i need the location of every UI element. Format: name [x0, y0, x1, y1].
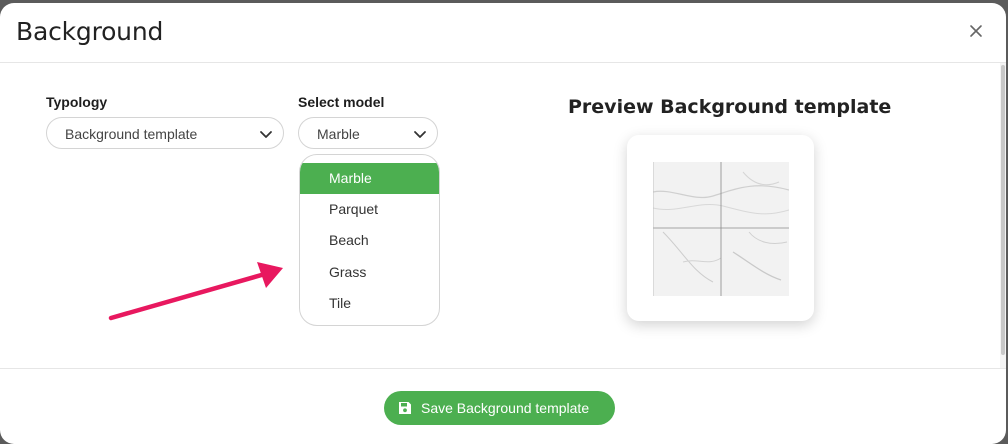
annotation-arrow-icon [108, 262, 283, 321]
background-dialog: Background Typology Background template … [0, 3, 1006, 444]
model-selected-value: Marble [317, 126, 360, 142]
model-select[interactable]: Marble [298, 117, 438, 149]
model-option-marble[interactable]: Marble [300, 163, 439, 194]
close-button[interactable] [968, 23, 984, 39]
preview-title: Preview Background template [568, 96, 892, 118]
model-option-grass[interactable]: Grass [300, 257, 439, 288]
dialog-footer: Save Background template [0, 368, 1006, 444]
preview-card [627, 135, 814, 321]
close-icon [970, 25, 982, 37]
model-option-parquet[interactable]: Parquet [300, 194, 439, 225]
typology-select[interactable]: Background template [46, 117, 284, 149]
dialog-header: Background [0, 3, 1006, 63]
model-dropdown-list: Marble Parquet Beach Grass Tile [299, 154, 440, 326]
model-label: Select model [298, 94, 385, 110]
chevron-down-icon [414, 131, 426, 138]
scrollbar-thumb[interactable] [1001, 65, 1005, 355]
chevron-down-icon [260, 131, 272, 138]
save-background-template-button[interactable]: Save Background template [384, 391, 615, 425]
model-option-tile[interactable]: Tile [300, 288, 439, 319]
marble-preview-image [653, 162, 789, 296]
typology-label: Typology [46, 94, 108, 110]
typology-selected-value: Background template [65, 126, 198, 142]
model-option-beach[interactable]: Beach [300, 225, 439, 256]
save-button-label: Save Background template [421, 400, 590, 416]
dialog-title: Background [16, 17, 164, 46]
floppy-disk-icon [399, 402, 411, 414]
